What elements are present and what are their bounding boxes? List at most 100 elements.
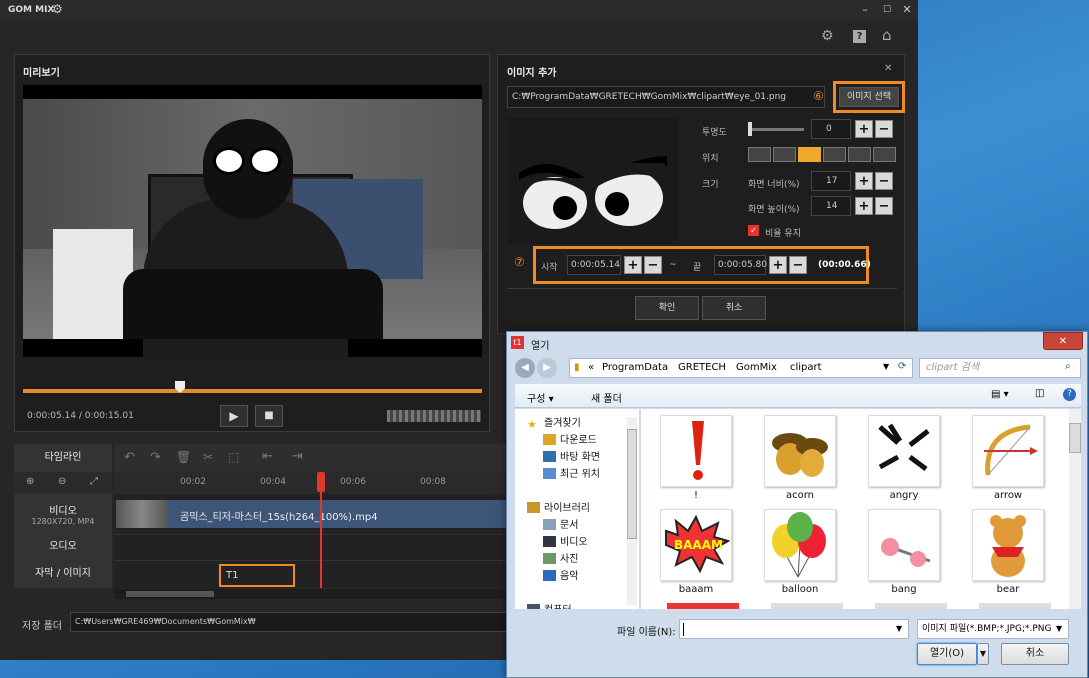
maximize-icon[interactable]: ☐	[878, 0, 896, 20]
width-minus-button[interactable]: −	[875, 172, 893, 190]
breadcrumb-item[interactable]: GomMix	[736, 362, 777, 373]
position-button-3[interactable]	[798, 147, 821, 162]
nav-item[interactable]: 비디오	[515, 534, 639, 551]
dialog-cancel-button[interactable]: 취소	[1001, 643, 1069, 665]
file-item[interactable]: balloon	[755, 509, 845, 601]
time-ruler[interactable]: 00:02 00:04 00:06 00:08	[114, 472, 514, 494]
zoom-in-icon[interactable]: ⊕	[26, 476, 34, 487]
playhead-handle[interactable]	[317, 472, 325, 492]
help-icon[interactable]: ?	[853, 30, 866, 43]
nav-item[interactable]: 최근 위치	[515, 466, 639, 483]
cut-icon[interactable]: ✂	[203, 450, 213, 464]
opacity-slider[interactable]	[748, 128, 804, 131]
height-minus-button[interactable]: −	[875, 197, 893, 215]
file-item[interactable]: arrow	[963, 415, 1053, 507]
title-bar[interactable]: GOM MIX ⚙ – ☐ ✕	[0, 0, 918, 20]
search-input[interactable]: clipart 검색	[919, 358, 1081, 378]
nav-item[interactable]: 바탕 화면	[515, 449, 639, 466]
file-item[interactable]: angry	[859, 415, 949, 507]
view-icon[interactable]: ▤ ▾	[991, 389, 1009, 400]
nav-item[interactable]: 라이브러리	[515, 500, 639, 517]
filetype-select[interactable]: 이미지 파일(*.BMP;*.JPG;*.PNG ▼	[917, 619, 1069, 639]
preview-pane-icon[interactable]: ◫	[1035, 388, 1044, 399]
keep-ratio-checkbox[interactable]: ✓	[748, 225, 759, 236]
width-field[interactable]: 17	[811, 171, 851, 191]
end-plus-button[interactable]: +	[769, 256, 787, 274]
forward-button[interactable]: ▶	[537, 358, 557, 378]
nav-scrollbar[interactable]	[627, 417, 637, 605]
refresh-icon[interactable]: ⟳	[898, 361, 906, 372]
file-item[interactable]: BAAAM baaam	[651, 509, 741, 601]
timeline-tab[interactable]: 타임라인	[14, 444, 112, 472]
confirm-button[interactable]: 확인	[635, 296, 699, 320]
save-folder-path[interactable]: C:₩Users₩GRE469₩Documents₩GomMix₩	[70, 612, 514, 632]
nav-item[interactable]: 문서	[515, 517, 639, 534]
new-folder-button[interactable]: 새 폴더	[591, 390, 622, 405]
file-item-partial[interactable]	[771, 603, 843, 609]
open-button[interactable]: 열기(O)	[917, 643, 977, 665]
close-icon[interactable]: ✕	[898, 0, 916, 20]
filename-dropdown-icon[interactable]: ▼	[896, 624, 902, 633]
cancel-button[interactable]: 취소	[702, 296, 766, 320]
video-clip[interactable]: 곰믹스_티저-마스터_15s(h264_100%).mp4	[116, 500, 516, 528]
address-bar[interactable]: ▮ « ProgramData GRETECH GomMix clipart ▼…	[569, 358, 913, 378]
nav-item[interactable]: ★ 즐겨찾기	[515, 415, 639, 432]
back-button[interactable]: ◀	[515, 358, 535, 378]
volume-bar[interactable]	[387, 410, 481, 422]
image-path-field[interactable]: C:₩ProgramData₩GRETECH₩GomMix₩clipart₩ey…	[507, 86, 825, 108]
filename-input[interactable]: ▼	[679, 619, 909, 639]
file-item[interactable]: bang	[859, 509, 949, 601]
breadcrumb-item[interactable]: clipart	[790, 362, 822, 373]
file-scrollbar-thumb[interactable]	[1069, 423, 1081, 453]
end-time-field[interactable]: 0:00:05.80	[714, 255, 767, 275]
nav-item[interactable]: 사진	[515, 551, 639, 568]
file-item-partial[interactable]	[875, 603, 947, 609]
file-item[interactable]: bear	[963, 509, 1053, 601]
file-item-partial[interactable]	[667, 603, 739, 609]
video-frame[interactable]	[23, 85, 482, 357]
crop-icon[interactable]: ⬚	[228, 450, 239, 464]
file-item-partial[interactable]	[979, 603, 1051, 609]
file-item[interactable]: !	[651, 415, 741, 507]
width-plus-button[interactable]: +	[855, 172, 873, 190]
organize-menu[interactable]: 구성 ▾	[527, 390, 554, 405]
open-options-dropdown[interactable]: ▼	[977, 643, 989, 665]
home-icon[interactable]: ⌂	[882, 26, 892, 44]
select-image-button[interactable]: 이미지 선택	[839, 87, 899, 107]
end-minus-button[interactable]: −	[789, 256, 807, 274]
scrollbar-thumb[interactable]	[126, 591, 214, 597]
position-button-5[interactable]	[848, 147, 871, 162]
fit-icon[interactable]: ⤢	[90, 476, 98, 487]
opacity-plus-button[interactable]: +	[855, 120, 873, 138]
zoom-out-icon[interactable]: ⊖	[58, 476, 66, 487]
nav-scrollbar-thumb[interactable]	[627, 429, 637, 539]
stop-button[interactable]: ■	[255, 405, 283, 427]
position-button-4[interactable]	[823, 147, 846, 162]
opacity-field[interactable]: 0	[811, 119, 851, 139]
delete-icon[interactable]: 🗑	[176, 450, 191, 464]
undo-icon[interactable]: ↶	[124, 450, 135, 465]
gear-icon[interactable]: ⚙	[821, 28, 834, 44]
position-button-2[interactable]	[773, 147, 796, 162]
image-clip[interactable]: T1	[219, 564, 295, 587]
start-plus-button[interactable]: +	[624, 256, 642, 274]
position-button-1[interactable]	[748, 147, 771, 162]
nav-item[interactable]: 컴퓨터	[515, 602, 639, 609]
minimize-icon[interactable]: –	[856, 0, 874, 20]
file-scrollbar[interactable]	[1069, 409, 1081, 609]
start-time-field[interactable]: 0:00:05.14	[567, 255, 621, 275]
play-button[interactable]: ▶	[220, 405, 248, 427]
height-plus-button[interactable]: +	[855, 197, 873, 215]
nav-item[interactable]: 음악	[515, 568, 639, 585]
help-icon[interactable]: ?	[1063, 388, 1076, 401]
nav-item[interactable]: 다운로드	[515, 432, 639, 449]
opacity-slider-handle[interactable]	[748, 122, 752, 136]
position-button-6[interactable]	[873, 147, 896, 162]
dialog-close-button[interactable]: ✕	[1043, 332, 1083, 350]
seek-bar[interactable]	[23, 389, 482, 393]
timeline-scrollbar[interactable]	[114, 589, 514, 599]
redo-icon[interactable]: ↷	[150, 450, 161, 465]
move-right-icon[interactable]: ⇥	[292, 449, 303, 464]
breadcrumb-item[interactable]: GRETECH	[678, 362, 726, 373]
opacity-minus-button[interactable]: −	[875, 120, 893, 138]
